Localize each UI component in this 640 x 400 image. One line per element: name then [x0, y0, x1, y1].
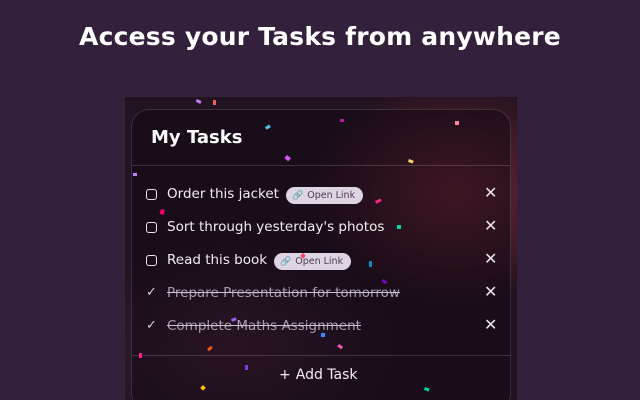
page-headline: Access your Tasks from anywhere: [79, 22, 561, 51]
confetti-decoration: [133, 99, 459, 392]
app-screenshot: My Tasks Order this jacket 🔗 Open Link ✕ …: [125, 97, 517, 400]
